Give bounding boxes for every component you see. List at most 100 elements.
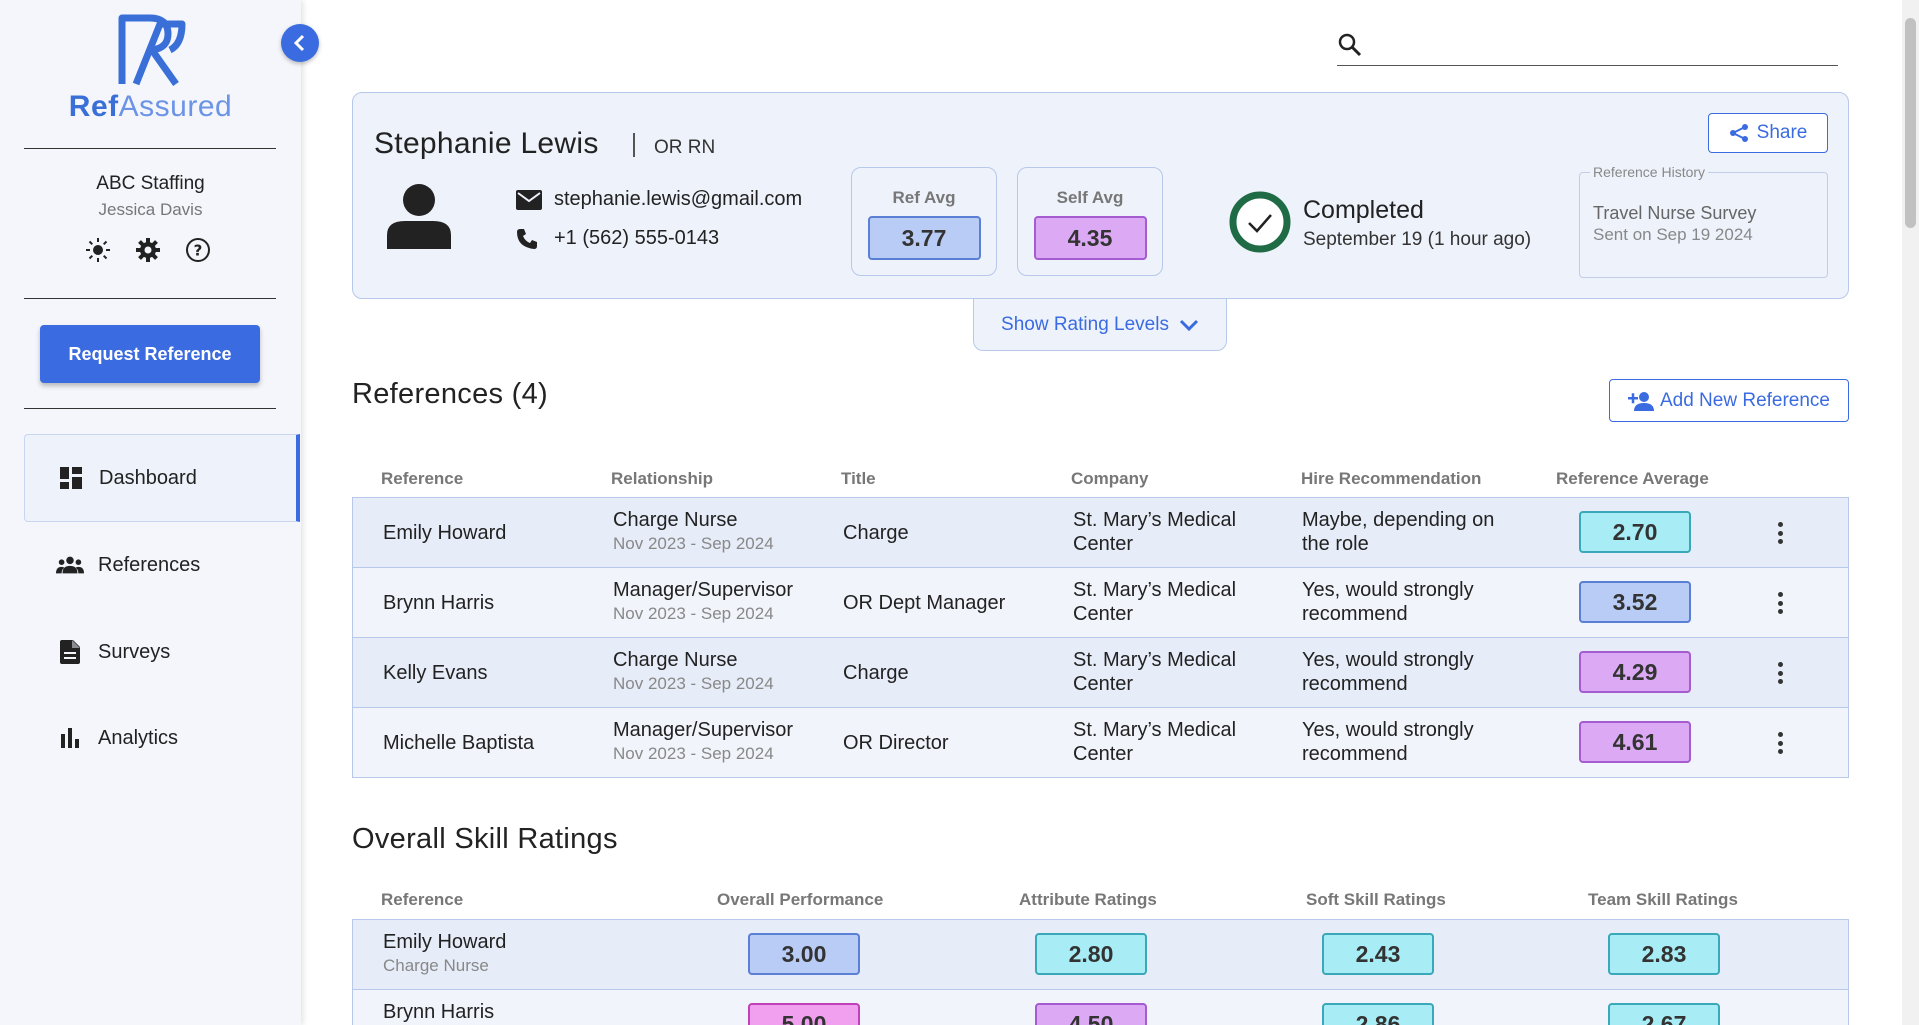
column-header[interactable]: Overall Performance <box>717 890 883 910</box>
candidate-phone[interactable]: +1 (562) 555-0143 <box>516 227 719 250</box>
more-options-icon[interactable] <box>1770 522 1790 544</box>
references-table: Emily Howard Charge Nurse Nov 2023 - Sep … <box>352 497 1849 778</box>
phone-text: +1 (562) 555-0143 <box>554 227 720 249</box>
company-cell: St. Mary’s Medical Center <box>1073 648 1236 696</box>
candidate-email[interactable]: stephanie.lewis@gmail.com <box>516 188 802 211</box>
gear-icon[interactable] <box>134 236 162 264</box>
ref-avg-label: Ref Avg <box>892 188 956 207</box>
reference-name: Emily Howard <box>383 931 507 953</box>
team-skill-ratings-badge: 2.67 <box>1608 1003 1720 1025</box>
skill-ratings-title: Overall Skill Ratings <box>352 823 618 855</box>
company-line-1: St. Mary’s Medical <box>1073 509 1237 531</box>
scrollbar[interactable] <box>1902 0 1919 1025</box>
column-header[interactable]: Reference <box>381 469 463 489</box>
table-row[interactable]: Brynn HarrisManager/Supervisor 5.00 4.50… <box>353 990 1848 1025</box>
table-row[interactable]: Kelly Evans Charge Nurse Nov 2023 - Sep 2… <box>353 638 1848 708</box>
table-row[interactable]: Emily Howard Charge Nurse 3.00 2.80 2.43 … <box>353 920 1848 990</box>
table-row[interactable]: Emily Howard Charge Nurse Nov 2023 - Sep … <box>353 498 1848 568</box>
sidebar-item-dashboard[interactable]: Dashboard <box>24 434 300 522</box>
table-row[interactable]: Michelle Baptista Manager/Supervisor Nov … <box>353 708 1848 778</box>
table-row[interactable]: Brynn Harris Manager/Supervisor Nov 2023 … <box>353 568 1848 638</box>
relationship-period: Nov 2023 - Sep 2024 <box>613 534 774 553</box>
dashboard-icon <box>57 464 85 492</box>
column-header[interactable]: Reference Average <box>1556 469 1709 489</box>
logo: RefAssured <box>0 14 301 124</box>
search-bar <box>1337 24 1838 66</box>
overall-performance-badge: 5.00 <box>748 1003 860 1025</box>
column-header[interactable]: Title <box>841 469 876 489</box>
search-icon <box>1338 33 1362 56</box>
organization-name: ABC Staffing <box>96 173 205 194</box>
more-options-icon[interactable] <box>1770 592 1790 614</box>
reference-cell: Brynn HarrisManager/Supervisor <box>383 1000 536 1025</box>
column-header[interactable]: Soft Skill Ratings <box>1306 890 1446 910</box>
add-new-reference-button[interactable]: Add New Reference <box>1609 379 1849 422</box>
logo-text-assured: Assured <box>118 90 233 123</box>
reference-name: Emily Howard <box>383 522 507 544</box>
column-header[interactable]: Relationship <box>611 469 713 489</box>
column-header[interactable]: Reference <box>381 890 463 910</box>
reference-name: Kelly Evans <box>383 662 488 684</box>
more-options-icon[interactable] <box>1770 732 1790 754</box>
sidebar-item-surveys[interactable]: Surveys <box>24 608 300 696</box>
show-rating-levels-label: Show Rating Levels <box>1001 313 1169 335</box>
column-header[interactable]: Company <box>1071 469 1148 489</box>
sun-icon[interactable] <box>84 236 112 264</box>
reference-history-legend: Reference History <box>1590 164 1709 180</box>
column-header[interactable]: Hire Recommendation <box>1301 469 1481 489</box>
sidebar-item-label: Analytics <box>98 726 179 749</box>
recommendation-line-1: Maybe, depending on <box>1302 509 1495 531</box>
search-input[interactable] <box>1373 34 1838 55</box>
attribute-ratings-badge: 4.50 <box>1035 1003 1147 1025</box>
sidebar-item-references[interactable]: References <box>24 521 300 609</box>
person-icon <box>387 183 451 254</box>
relationship: Charge Nurse <box>613 649 738 671</box>
ref-avg-value: 3.77 <box>867 216 981 260</box>
reference-name: Brynn Harris <box>383 1001 495 1023</box>
company-cell: St. Mary’s Medical Center <box>1073 578 1236 626</box>
share-button[interactable]: Share <box>1708 113 1828 153</box>
team-skill-ratings-badge: 2.83 <box>1608 933 1720 975</box>
recommendation-line-2: the role <box>1302 533 1369 555</box>
recommendation-line-1: Yes, would strongly <box>1302 719 1474 741</box>
reference-average-badge: 2.70 <box>1579 511 1691 553</box>
recommendation-line-2: recommend <box>1302 743 1408 765</box>
refassured-logo-icon <box>118 14 185 86</box>
company-line-2: Center <box>1073 533 1134 555</box>
hire-recommendation-cell: Yes, would strongly recommend <box>1302 718 1474 766</box>
column-header[interactable]: Team Skill Ratings <box>1588 890 1738 910</box>
relationship: Manager/Supervisor <box>613 719 794 741</box>
collapse-sidebar-button[interactable] <box>281 24 319 62</box>
reference-cell: Emily Howard Charge Nurse <box>383 930 506 978</box>
relationship: Manager/Supervisor <box>613 579 794 601</box>
name-separator <box>633 133 635 157</box>
scrollbar-thumb[interactable] <box>1905 18 1916 228</box>
company-line-1: St. Mary’s Medical <box>1073 579 1237 601</box>
relationship-period: Nov 2023 - Sep 2024 <box>613 604 774 623</box>
column-header[interactable]: Attribute Ratings <box>1019 890 1157 910</box>
company-cell: St. Mary’s Medical Center <box>1073 718 1236 766</box>
references-title: References (4) <box>352 378 548 410</box>
sidebar-item-label: Surveys <box>98 640 171 663</box>
help-icon[interactable]: ? <box>184 236 212 264</box>
candidate-name: Stephanie Lewis <box>374 127 599 160</box>
chevron-down-icon <box>1179 319 1199 331</box>
sidebar-item-label: References <box>98 553 201 576</box>
recommendation-line-1: Yes, would strongly <box>1302 579 1474 601</box>
self-avg-label: Self Avg <box>1056 188 1124 207</box>
relationship: Charge Nurse <box>613 509 738 531</box>
company-cell: St. Mary’s Medical Center <box>1073 508 1236 556</box>
self-avg-box: Self Avg 4.35 <box>1017 167 1163 276</box>
request-reference-button[interactable]: Request Reference <box>40 325 260 383</box>
sidebar-item-analytics[interactable]: Analytics <box>24 694 300 782</box>
reference-history-box[interactable]: Reference History Travel Nurse Survey Se… <box>1579 164 1828 278</box>
more-options-icon[interactable] <box>1770 662 1790 684</box>
candidate-card: Stephanie Lewis OR RN stephanie.lewis@gm… <box>352 92 1849 299</box>
share-label: Share <box>1756 122 1808 143</box>
add-new-reference-label: Add New Reference <box>1659 389 1831 411</box>
status-date: September 19 (1 hour ago) <box>1303 229 1532 250</box>
phone-icon <box>516 228 544 250</box>
company-line-2: Center <box>1073 603 1134 625</box>
relationship-cell: Manager/Supervisor Nov 2023 - Sep 2024 <box>613 578 793 626</box>
show-rating-levels-toggle[interactable]: Show Rating Levels <box>973 299 1227 351</box>
